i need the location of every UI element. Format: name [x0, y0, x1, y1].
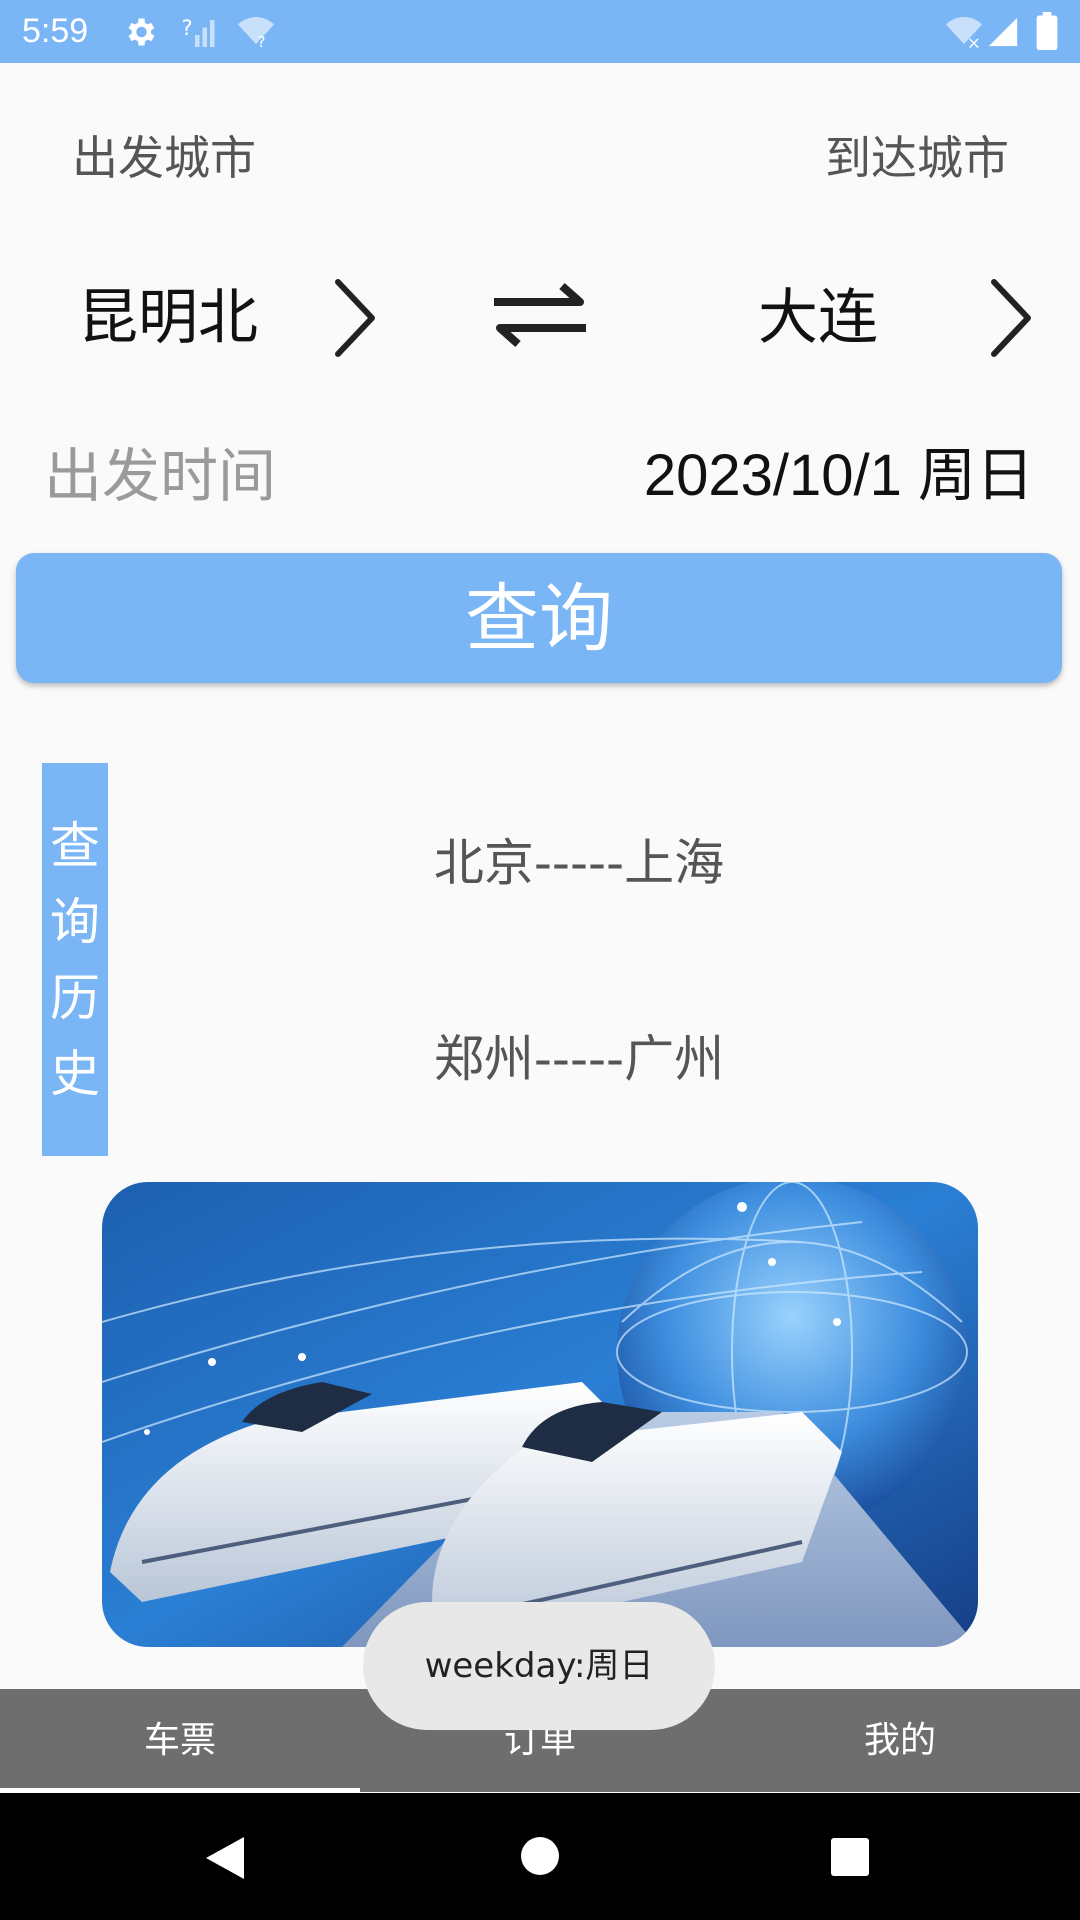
system-nav-bar	[0, 1793, 1080, 1920]
chevron-right-icon[interactable]	[986, 276, 1036, 360]
recents-icon[interactable]	[830, 1837, 870, 1877]
depart-city[interactable]: 昆明北	[78, 278, 258, 358]
depart-date-value[interactable]: 2023/10/1 周日	[644, 440, 1034, 512]
tab-mine[interactable]: 我的	[720, 1689, 1080, 1792]
history-item[interactable]: 郑州-----广州	[0, 1024, 1080, 1094]
train-banner-image	[102, 1182, 978, 1647]
wifi-off-icon: ×	[946, 17, 982, 51]
signal-icon	[988, 17, 1018, 47]
query-history-label: 查 询 历 史	[42, 763, 108, 1156]
svg-text:?: ?	[182, 16, 193, 40]
tab-selected-indicator	[0, 1788, 360, 1792]
gear-icon	[128, 18, 155, 46]
status-time: 5:59	[22, 12, 89, 50]
home-icon[interactable]	[520, 1836, 560, 1876]
battery-icon	[1036, 12, 1058, 50]
swap-icon[interactable]	[490, 282, 590, 348]
arrive-city[interactable]: 大连	[758, 278, 878, 358]
toast-message: weekday:周日	[363, 1602, 715, 1730]
chevron-right-icon[interactable]	[330, 276, 380, 360]
query-button[interactable]: 查询	[16, 553, 1062, 683]
tab-tickets[interactable]: 车票	[0, 1689, 360, 1792]
svg-text:×: ×	[967, 34, 981, 51]
depart-date-label: 出发时间	[44, 442, 277, 510]
signal-unknown-icon: ?	[182, 16, 215, 47]
wifi-unknown-icon: ?	[238, 17, 274, 50]
svg-text:?: ?	[258, 33, 266, 50]
status-bar: 5:59 ? ? ×	[0, 0, 1080, 63]
back-icon[interactable]	[204, 1835, 246, 1881]
history-item[interactable]: 北京-----上海	[0, 828, 1080, 898]
arrive-city-label: 到达城市	[825, 131, 1009, 185]
depart-city-label: 出发城市	[72, 131, 256, 185]
